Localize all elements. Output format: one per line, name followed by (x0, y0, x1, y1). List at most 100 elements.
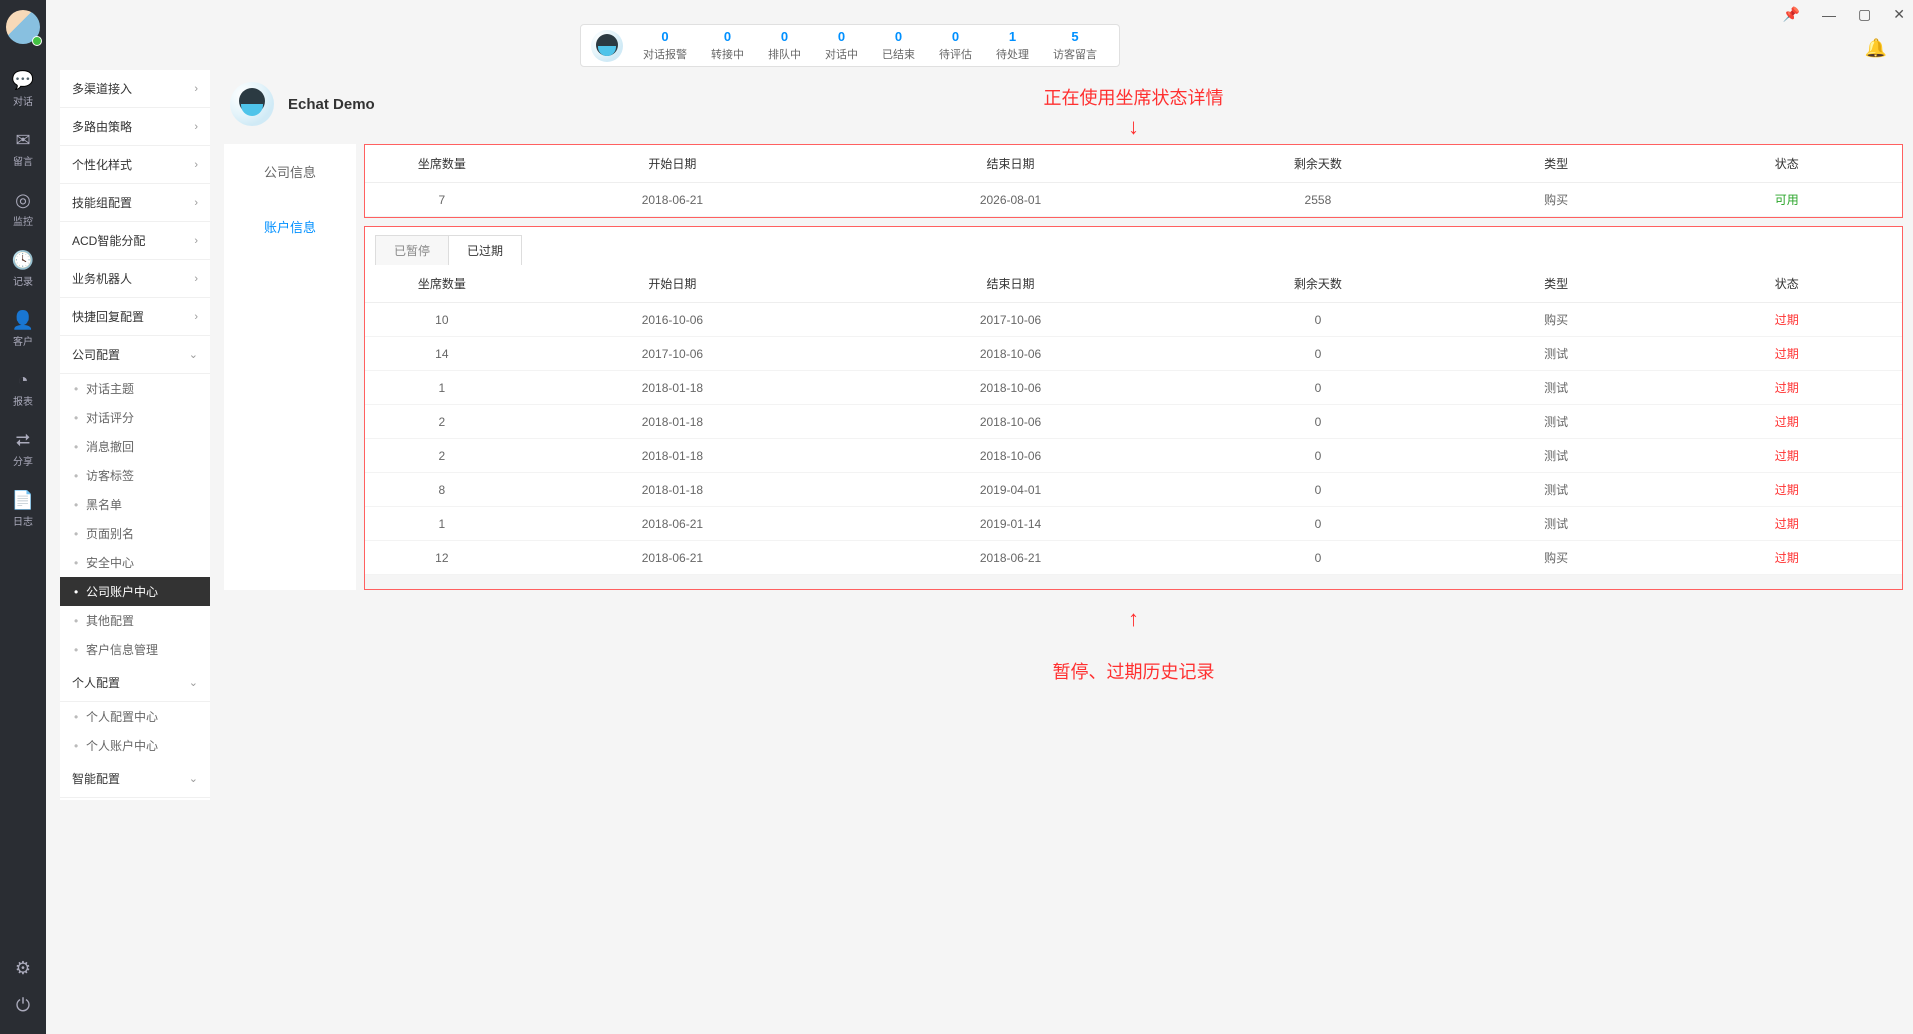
status-label: 待评估 (939, 46, 972, 62)
left-tab-0[interactable]: 公司信息 (224, 144, 356, 199)
sub-item-personal-0[interactable]: 个人配置中心 (60, 702, 210, 731)
inner-tab-0[interactable]: 已暂停 (375, 235, 449, 265)
sub-item-company-2[interactable]: 消息撤回 (60, 432, 210, 461)
chevron-icon: › (194, 273, 198, 285)
status-item-0[interactable]: 0对话报警 (631, 29, 699, 62)
status-label: 转接中 (711, 46, 744, 62)
status-item-6[interactable]: 1待处理 (984, 29, 1041, 62)
menu-group-1[interactable]: 多路由策略› (60, 108, 210, 146)
status-item-5[interactable]: 0待评估 (927, 29, 984, 62)
menu-group-4[interactable]: ACD智能分配› (60, 222, 210, 260)
status-item-1[interactable]: 0转接中 (699, 29, 756, 62)
rail-item-0[interactable]: 💬对话 (0, 70, 46, 108)
rail-label: 监控 (0, 213, 46, 228)
rail-bottom-0[interactable]: ⚙ (0, 958, 46, 979)
rail-label: 客户 (0, 333, 46, 348)
td: 购买 (1441, 183, 1672, 217)
annotation-bottom: 暂停、过期历史记录 (364, 658, 1903, 684)
status-item-2[interactable]: 0 排队中 (756, 29, 813, 62)
td: 8 (365, 473, 519, 507)
status-item-4[interactable]: 0已结束 (870, 29, 927, 62)
menu-group-personal[interactable]: 个人配置⌄ (60, 664, 210, 702)
menu-group-company[interactable]: 公司配置⌄ (60, 336, 210, 374)
bell-icon[interactable]: 🔔 (1865, 38, 1887, 59)
menu-group-3[interactable]: 技能组配置› (60, 184, 210, 222)
menu-group-5[interactable]: 业务机器人 › (60, 260, 210, 298)
rail-icon: ⚙ (0, 958, 46, 979)
left-tabs: 公司信息账户信息 (224, 144, 356, 590)
status-label: 已结束 (882, 46, 915, 62)
sub-item-company-3[interactable]: 访客标签 (60, 461, 210, 490)
td: 过期 (1671, 507, 1902, 541)
td: 0 (1195, 371, 1441, 405)
maximize-icon[interactable]: ▢ (1858, 6, 1871, 23)
rail-item-6[interactable]: ⮂ 分享 (0, 430, 46, 468)
sub-item-smart-0[interactable]: 对话响应智能报警 (60, 798, 210, 800)
td: 0 (1195, 507, 1441, 541)
td: 2558 (1195, 183, 1441, 217)
rail-item-7[interactable]: 📄日志 (0, 490, 46, 528)
status-num: 0 (768, 29, 801, 44)
sub-item-personal-1[interactable]: 个人账户中心 (60, 731, 210, 760)
td: 过期 (1671, 303, 1902, 337)
td: 测试 (1441, 405, 1672, 439)
sub-item-company-1[interactable]: 对话评分 (60, 403, 210, 432)
icon-rail: 💬对话 ✉留言 ◎监控 🕓记录 👤 客户 ◔报表 ⮂ 分享 📄日志 ⚙ ⏻ (0, 0, 46, 1034)
menu-group-2[interactable]: 个性化样式› (60, 146, 210, 184)
rail-item-2[interactable]: ◎监控 (0, 190, 46, 228)
close-icon[interactable]: ✕ (1893, 6, 1905, 23)
td: 2018-10-06 (826, 371, 1195, 405)
menu-group-smart[interactable]: 智能配置⌄ (60, 760, 210, 798)
menu-group-0[interactable]: 多渠道接入› (60, 70, 210, 108)
pin-icon[interactable]: 📌 (1783, 6, 1800, 23)
rail-item-3[interactable]: 🕓记录 (0, 250, 46, 288)
sub-item-company-7[interactable]: 公司账户中心 (60, 577, 210, 606)
history-box: 已暂停已过期 坐席数量开始日期结束日期剩余天数类型状态 102016-10-06… (364, 226, 1903, 590)
sub-item-company-0[interactable]: 对话主题 (60, 374, 210, 403)
td: 2018-06-21 (519, 541, 826, 575)
chevron-icon: ⌄ (189, 348, 198, 361)
td: 2018-06-21 (826, 541, 1195, 575)
inner-tab-1[interactable]: 已过期 (448, 235, 522, 265)
sub-item-company-5[interactable]: 页面别名 (60, 519, 210, 548)
rail-icon: ⮂ (0, 430, 46, 451)
table-row: 102016-10-062017-10-060购买过期 (365, 303, 1902, 337)
rail-label: 记录 (0, 273, 46, 288)
th: 剩余天数 (1195, 145, 1441, 183)
th: 类型 (1441, 145, 1672, 183)
rail-bottom-1[interactable]: ⏻ (0, 995, 46, 1016)
td: 0 (1195, 405, 1441, 439)
rail-icon: ⏻ (0, 995, 46, 1016)
status-label: 排队中 (768, 46, 801, 62)
main-content: Echat Demo 公司信息账户信息 正在使用坐席状态详情 ↓ 坐席数量开始日… (224, 72, 1903, 590)
menu-label: 快捷回复配置 (72, 308, 144, 325)
td: 测试 (1441, 439, 1672, 473)
sub-item-company-9[interactable]: 客户信息管理 (60, 635, 210, 664)
company-avatar-icon (230, 82, 274, 126)
status-item-3[interactable]: 0对话中 (813, 29, 870, 62)
rail-icon: ◔ (0, 370, 46, 391)
rail-label: 分享 (0, 453, 46, 468)
chevron-icon: › (194, 235, 198, 247)
td: 2018-06-21 (519, 183, 826, 217)
menu-group-6[interactable]: 快捷回复配置› (60, 298, 210, 336)
sub-item-company-4[interactable]: 黑名单 (60, 490, 210, 519)
rail-icon: 👤 (0, 310, 46, 331)
minimize-icon[interactable]: — (1822, 7, 1836, 23)
rail-item-4[interactable]: 👤 客户 (0, 310, 46, 348)
td: 过期 (1671, 371, 1902, 405)
rail-icon: 📄 (0, 490, 46, 511)
left-tab-1[interactable]: 账户信息 (224, 199, 356, 254)
chevron-icon: › (194, 121, 198, 133)
sub-item-company-6[interactable]: 安全中心 (60, 548, 210, 577)
sidebar: 多渠道接入›多路由策略›个性化样式›技能组配置›ACD智能分配› 业务机器人 › 快捷… (60, 70, 210, 800)
td: 2018-01-18 (519, 371, 826, 405)
table-row: 12018-06-212019-01-140测试过期 (365, 507, 1902, 541)
user-avatar[interactable] (6, 10, 40, 44)
menu-label: 个人配置 (72, 674, 120, 691)
rail-item-1[interactable]: ✉留言 (0, 130, 46, 168)
rail-item-5[interactable]: ◔报表 (0, 370, 46, 408)
sub-item-company-8[interactable]: 其他配置 (60, 606, 210, 635)
menu-label: 业务机器人 (72, 270, 132, 287)
status-item-7[interactable]: 5访客留言 (1041, 29, 1109, 62)
